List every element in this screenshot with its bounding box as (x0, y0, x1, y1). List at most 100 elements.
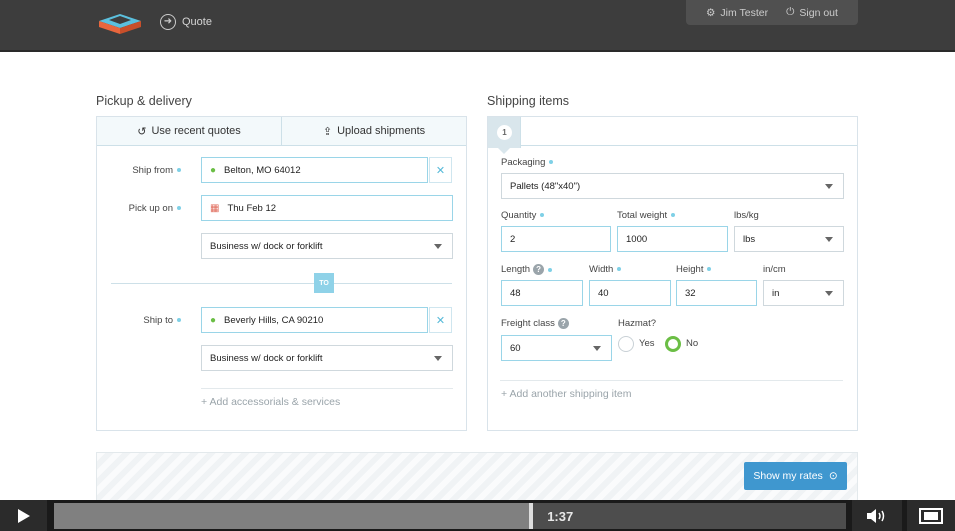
hazmat-yes-label: Yes (639, 338, 655, 349)
quote-nav-label: Quote (182, 16, 212, 28)
packaging-label: Packaging (501, 157, 554, 168)
plus-icon: + (501, 388, 508, 400)
weight-unit-select[interactable]: lbs (734, 226, 844, 252)
width-input[interactable]: 40 (589, 280, 671, 306)
arrow-right-circle-icon: ⊙ (828, 470, 838, 482)
upload-icon: ⇪ (322, 125, 333, 138)
chevron-down-icon (825, 184, 833, 189)
freight-class-select[interactable]: 60 (501, 335, 612, 361)
video-controls: 1:37 (0, 500, 955, 531)
delivery-location-type-select[interactable]: Business w/ dock or forklift (201, 345, 453, 371)
help-icon[interactable]: ? (557, 318, 569, 329)
pickup-on-label: Pick up on (117, 203, 181, 214)
pickup-location-type-select[interactable]: Business w/ dock or forklift (201, 233, 453, 259)
tab-upload-shipments[interactable]: ⇪ Upload shipments (282, 117, 466, 145)
weight-unit-value: lbs (743, 233, 756, 245)
divider (500, 380, 843, 381)
show-rates-button[interactable]: Show my rates ⊙ (744, 462, 847, 490)
item-tab-1[interactable]: 1 (488, 117, 521, 154)
add-shipping-item-link[interactable]: + Add another shipping item (501, 388, 631, 400)
item-number: 1 (497, 125, 512, 140)
history-icon: ↺ (137, 125, 147, 138)
divider (201, 388, 453, 389)
height-value: 32 (685, 287, 696, 299)
user-menu: ⚙ Jim Tester ⏻ Sign out (686, 0, 858, 25)
current-time: 1:37 (547, 509, 574, 524)
map-pin-icon: ● (210, 164, 217, 176)
clear-ship-to-button[interactable]: ✕ (429, 307, 452, 333)
tab-recent-quotes[interactable]: ↺ Use recent quotes (97, 117, 282, 145)
height-label: Height (676, 264, 712, 275)
add-accessorials-label: Add accessorials & services (209, 396, 341, 408)
tab-recent-quotes-label: Use recent quotes (151, 125, 241, 137)
pickup-tabs: ↺ Use recent quotes ⇪ Upload shipments (97, 117, 466, 146)
total-weight-value: 1000 (626, 233, 648, 245)
show-rates-label: Show my rates (753, 470, 823, 482)
chevron-down-icon (825, 291, 833, 296)
length-label: Length? (501, 264, 553, 275)
to-badge: TO (314, 273, 334, 293)
items-section-title: Shipping items (487, 94, 569, 108)
length-input[interactable]: 48 (501, 280, 583, 306)
quantity-label: Quantity (501, 210, 545, 221)
sign-out-link[interactable]: ⏻ Sign out (786, 6, 838, 19)
pickup-date-input[interactable]: ▦ Thu Feb 12 (201, 195, 453, 221)
scrubber-handle[interactable] (529, 503, 534, 529)
ship-to-value: Beverly Hills, CA 90210 (224, 314, 324, 326)
clear-ship-from-button[interactable]: ✕ (429, 157, 452, 183)
packaging-value: Pallets (48"x40") (510, 180, 581, 192)
hazmat-no-radio[interactable] (665, 336, 681, 352)
help-icon[interactable]: ? (533, 264, 545, 275)
weight-unit-label: lbs/kg (734, 210, 759, 221)
total-weight-label: Total weight (617, 210, 676, 221)
brand-logo[interactable] (95, 12, 145, 38)
play-icon (17, 508, 30, 523)
map-pin-icon: ● (210, 314, 217, 326)
top-navbar: ➜ Quote ⚙ Jim Tester ⏻ Sign out (0, 0, 955, 52)
gear-icon: ⚙ (706, 6, 716, 19)
add-accessorials-link[interactable]: + Add accessorials & services (201, 396, 340, 408)
fullscreen-button[interactable] (907, 500, 955, 531)
ship-from-label: Ship from (117, 165, 181, 176)
close-icon: ✕ (435, 314, 446, 327)
volume-button[interactable] (852, 500, 902, 531)
play-button[interactable] (0, 500, 47, 531)
fullscreen-icon (919, 507, 943, 524)
hazmat-no-label: No (686, 338, 699, 349)
sign-out-label: Sign out (799, 6, 838, 19)
ship-to-input[interactable]: ● Beverly Hills, CA 90210 (201, 307, 428, 333)
ship-to-label: Ship to (117, 315, 181, 326)
chevron-down-icon (434, 356, 442, 361)
chevron-down-icon (593, 346, 601, 351)
freight-class-value: 60 (510, 342, 521, 354)
user-name: Jim Tester (720, 6, 769, 19)
ship-from-value: Belton, MO 64012 (224, 164, 301, 176)
ship-from-input[interactable]: ● Belton, MO 64012 (201, 157, 428, 183)
hazmat-yes-radio[interactable] (618, 336, 634, 352)
width-value: 40 (598, 287, 609, 299)
calendar-icon: ▦ (210, 202, 220, 214)
account-settings-link[interactable]: ⚙ Jim Tester (706, 7, 768, 19)
played-progress (54, 503, 530, 529)
pickup-delivery-panel: ↺ Use recent quotes ⇪ Upload shipments S… (96, 116, 467, 431)
freight-class-label: Freight class? (501, 318, 569, 329)
quantity-value: 2 (510, 233, 516, 245)
plus-icon: + (201, 396, 208, 408)
to-divider (111, 283, 452, 284)
dim-unit-select[interactable]: in (763, 280, 844, 306)
total-weight-input[interactable]: 1000 (617, 226, 728, 252)
chevron-down-icon (825, 237, 833, 242)
shipping-items-panel: 1 Packaging Pallets (48"x40") Quantity 2… (487, 116, 858, 431)
hazmat-label: Hazmat? (618, 318, 657, 329)
pickup-date-value: Thu Feb 12 (227, 202, 277, 214)
volume-icon (867, 508, 885, 523)
packaging-select[interactable]: Pallets (48"x40") (501, 173, 844, 199)
quantity-input[interactable]: 2 (501, 226, 611, 252)
quote-nav-link[interactable]: ➜ Quote (160, 14, 212, 30)
add-shipping-item-label: Add another shipping item (509, 388, 632, 400)
length-value: 48 (510, 287, 521, 299)
power-icon: ⏻ (786, 6, 795, 18)
video-scrubber[interactable]: 1:37 (54, 503, 846, 529)
dim-unit-label: in/cm (763, 264, 786, 275)
height-input[interactable]: 32 (676, 280, 757, 306)
